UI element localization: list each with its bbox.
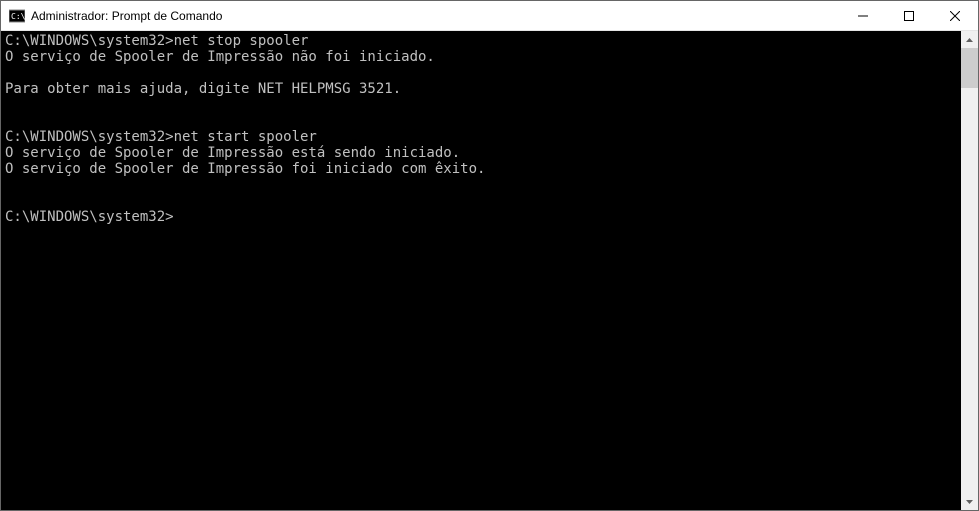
terminal-output-line <box>5 113 959 129</box>
terminal-output-line: O serviço de Spooler de Impressão está s… <box>5 145 959 161</box>
terminal-prompt-line: C:\WINDOWS\system32>net stop spooler <box>5 33 959 49</box>
titlebar[interactable]: C:\ Administrador: Prompt de Comando <box>1 1 978 31</box>
content-area: C:\WINDOWS\system32>net stop spoolerO se… <box>1 31 978 510</box>
scrollbar-thumb[interactable] <box>961 48 978 88</box>
terminal-output-line <box>5 193 959 209</box>
cmd-icon: C:\ <box>9 8 25 24</box>
scrollbar-track[interactable] <box>961 48 978 493</box>
svg-text:C:\: C:\ <box>11 12 25 21</box>
terminal-output-line: O serviço de Spooler de Impressão foi in… <box>5 161 959 177</box>
window-title: Administrador: Prompt de Comando <box>31 9 840 23</box>
close-button[interactable] <box>932 1 978 31</box>
minimize-button[interactable] <box>840 1 886 31</box>
terminal-output-line <box>5 177 959 193</box>
maximize-button[interactable] <box>886 1 932 31</box>
scroll-up-button[interactable] <box>961 31 978 48</box>
scroll-down-button[interactable] <box>961 493 978 510</box>
terminal-prompt-line: C:\WINDOWS\system32>net start spooler <box>5 129 959 145</box>
window-controls <box>840 1 978 30</box>
terminal-prompt-line: C:\WINDOWS\system32> <box>5 209 959 225</box>
vertical-scrollbar[interactable] <box>961 31 978 510</box>
terminal-output-line: O serviço de Spooler de Impressão não fo… <box>5 49 959 65</box>
terminal-output[interactable]: C:\WINDOWS\system32>net stop spoolerO se… <box>1 31 961 510</box>
terminal-output-line: Para obter mais ajuda, digite NET HELPMS… <box>5 81 959 97</box>
terminal-output-line <box>5 97 959 113</box>
terminal-output-line <box>5 65 959 81</box>
